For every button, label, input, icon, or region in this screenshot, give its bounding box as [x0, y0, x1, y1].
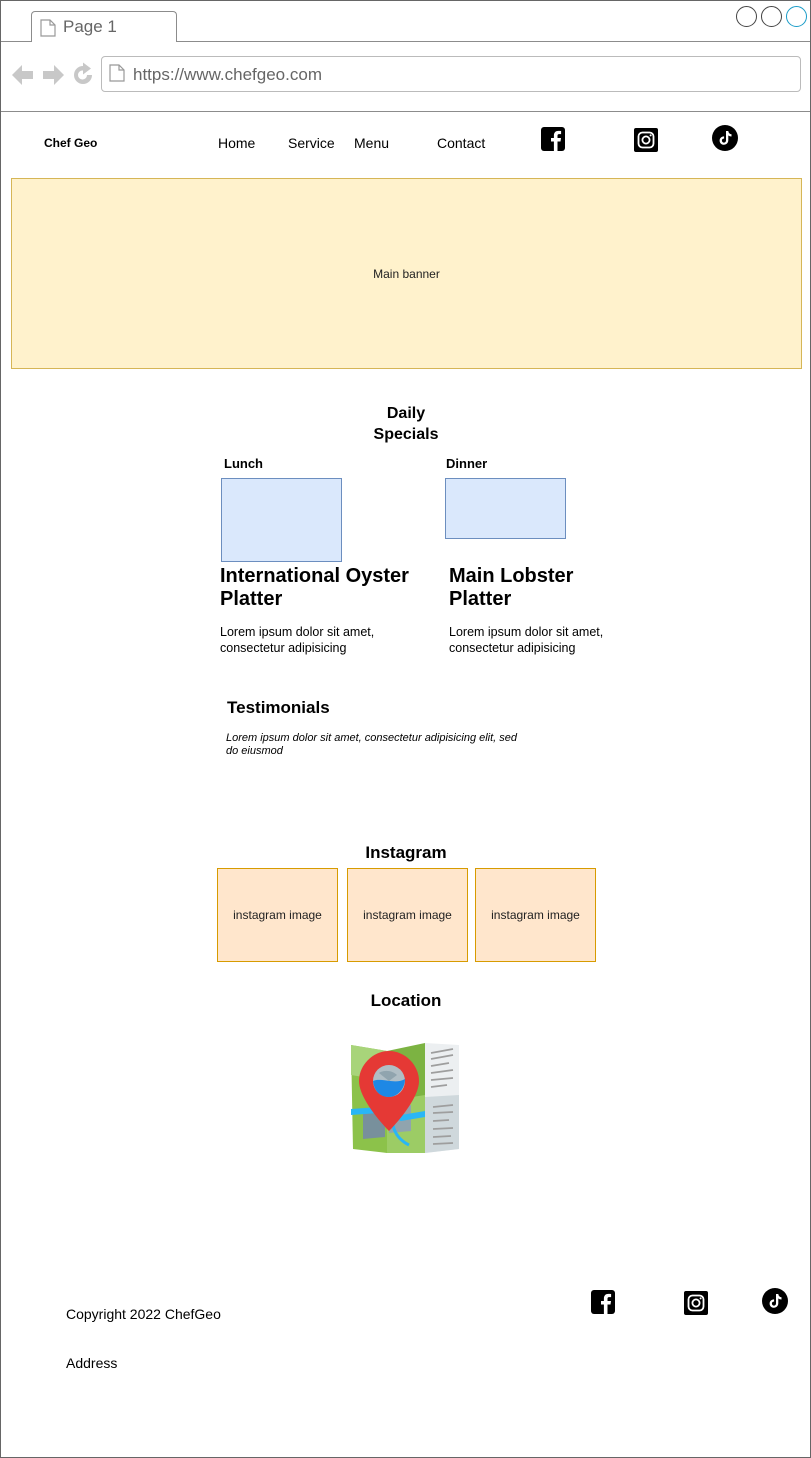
site-brand[interactable]: Chef Geo [44, 136, 97, 150]
footer-facebook-icon[interactable] [591, 1290, 615, 1314]
url-text: https://www.chefgeo.com [133, 65, 322, 84]
map-pin-icon[interactable] [349, 1041, 461, 1155]
lunch-image [221, 478, 342, 562]
instagram-image-label: instagram image [363, 908, 452, 922]
instagram-icon[interactable] [634, 128, 658, 152]
daily-specials-title-line1: Daily [386, 405, 426, 422]
daily-specials-title-line2: Specials [373, 426, 439, 443]
footer-instagram-icon[interactable] [684, 1291, 708, 1315]
dinner-title: Main Lobster Platter [449, 565, 649, 611]
testimonial-quote-line1: Lorem ipsum dolor sit amet, consectetur … [226, 732, 518, 744]
lunch-description: Lorem ipsum dolor sit amet, consectetur … [220, 624, 420, 656]
lunch-title-line2: Platter [220, 588, 283, 610]
facebook-icon[interactable] [541, 127, 565, 151]
reload-icon[interactable] [74, 62, 92, 85]
back-arrow-icon[interactable] [12, 65, 33, 85]
tab-bar: Page 1 [1, 1, 810, 43]
instagram-image-2[interactable]: instagram image [347, 868, 468, 962]
nav-service[interactable]: Service [288, 135, 335, 151]
dinner-label: Dinner [446, 456, 488, 471]
maximize-button[interactable] [761, 6, 782, 27]
url-field[interactable]: https://www.chefgeo.com [101, 56, 801, 92]
minimize-button[interactable] [736, 6, 757, 27]
nav-menu[interactable]: Menu [354, 135, 389, 151]
instagram-title: Instagram [365, 843, 447, 862]
browser-window: Page 1 https://www.chefgeo.com Chef Geo … [0, 0, 811, 1458]
daily-specials-title: Daily Specials [356, 403, 456, 445]
location-title: Location [370, 991, 442, 1010]
close-button[interactable] [786, 6, 807, 27]
tiktok-icon[interactable] [712, 125, 738, 151]
testimonial-quote-line2: do eiusmod [226, 745, 283, 757]
dinner-description: Lorem ipsum dolor sit amet, consectetur … [449, 624, 649, 656]
dinner-image [445, 478, 566, 539]
address-bar-row: https://www.chefgeo.com [1, 42, 810, 112]
lunch-label: Lunch [224, 456, 263, 471]
forward-arrow-icon[interactable] [43, 65, 64, 85]
footer-tiktok-icon[interactable] [762, 1288, 788, 1314]
instagram-image-3[interactable]: instagram image [475, 868, 596, 962]
nav-contact[interactable]: Contact [437, 135, 485, 151]
dinner-description-line1: Lorem ipsum dolor sit amet, [449, 625, 604, 639]
instagram-image-1[interactable]: instagram image [217, 868, 338, 962]
page-icon [109, 64, 125, 87]
lunch-title-line1: International Oyster [220, 565, 409, 587]
dinner-title-line2: Platter [449, 588, 512, 610]
instagram-image-label: instagram image [491, 908, 580, 922]
main-banner: Main banner [11, 178, 802, 369]
dinner-description-line2: consectetur adipisicing [449, 641, 576, 655]
tab-label: Page 1 [63, 17, 117, 36]
browser-tab[interactable]: Page 1 [31, 11, 177, 43]
copyright-text: Copyright 2022 ChefGeo [66, 1306, 221, 1322]
page-icon [40, 19, 56, 42]
instagram-image-label: instagram image [233, 908, 322, 922]
address-text: Address [66, 1355, 118, 1371]
lunch-description-line2: consectetur adipisicing [220, 641, 347, 655]
testimonials-title: Testimonials [227, 698, 330, 717]
banner-label: Main banner [373, 266, 440, 281]
lunch-description-line1: Lorem ipsum dolor sit amet, [220, 625, 375, 639]
lunch-title: International Oyster Platter [220, 565, 430, 611]
testimonial-quote: Lorem ipsum dolor sit amet, consectetur … [226, 732, 526, 758]
dinner-title-line1: Main Lobster [449, 565, 574, 587]
nav-home[interactable]: Home [218, 135, 255, 151]
